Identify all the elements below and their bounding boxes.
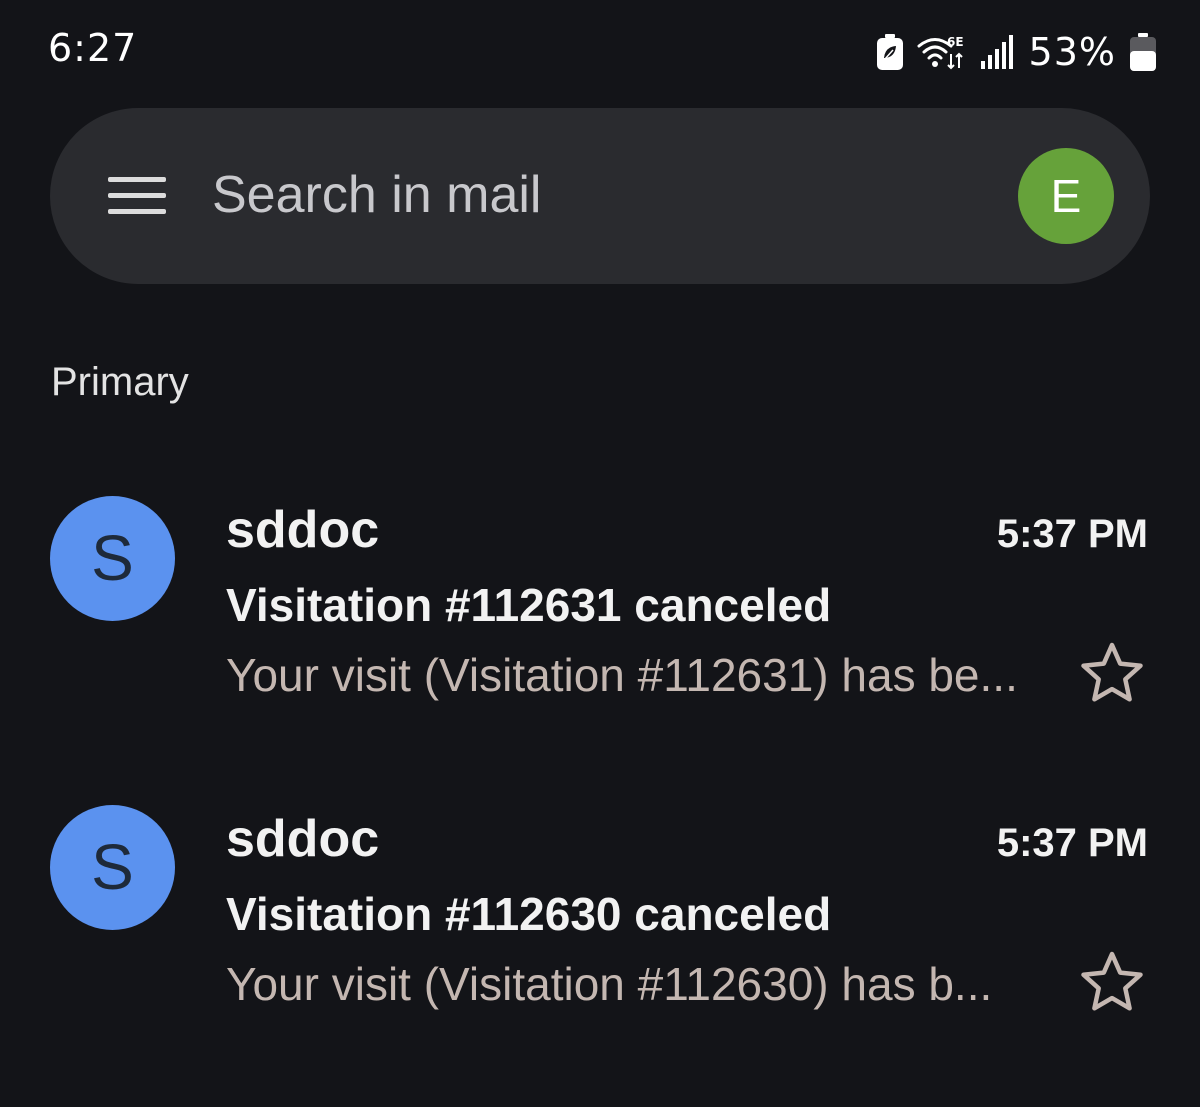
email-time: 5:37 PM (996, 512, 1148, 556)
battery-percent: 53% (1028, 30, 1116, 74)
menu-icon-line (108, 177, 166, 182)
sender-name: sddoc (226, 810, 380, 868)
star-icon[interactable] (1080, 641, 1144, 705)
svg-text:6E: 6E (947, 35, 964, 49)
email-snippet: Your visit (Visitation #112631) has be..… (226, 649, 1018, 701)
sender-avatar[interactable]: S (50, 496, 175, 621)
section-label-primary: Primary (51, 360, 189, 404)
signal-icon (980, 35, 1013, 69)
menu-icon[interactable] (108, 177, 166, 217)
status-time: 6:27 (48, 26, 138, 70)
email-row[interactable]: S sddoc 5:37 PM Visitation #112630 cance… (0, 805, 1200, 1055)
status-icons: 6E 53% (876, 30, 1156, 74)
account-avatar[interactable]: E (1018, 148, 1114, 244)
sender-avatar[interactable]: S (50, 805, 175, 930)
search-input[interactable]: Search in mail (212, 160, 952, 230)
email-subject: Visitation #112631 canceled (226, 579, 832, 631)
sender-name: sddoc (226, 501, 380, 559)
gmail-inbox-screen: 6:27 6E 53% Search in mail E Primary S s… (0, 0, 1200, 1107)
email-time: 5:37 PM (996, 821, 1148, 865)
battery-icon (1130, 33, 1156, 71)
email-snippet: Your visit (Visitation #112630) has b... (226, 958, 993, 1010)
wifi-6e-icon: 6E (917, 35, 964, 70)
battery-saver-icon (876, 34, 903, 70)
menu-icon-line (108, 193, 166, 198)
status-bar: 6:27 6E 53% (0, 0, 1200, 100)
star-icon[interactable] (1080, 950, 1144, 1014)
email-subject: Visitation #112630 canceled (226, 888, 832, 940)
menu-icon-line (108, 209, 166, 214)
email-row[interactable]: S sddoc 5:37 PM Visitation #112631 cance… (0, 496, 1200, 746)
